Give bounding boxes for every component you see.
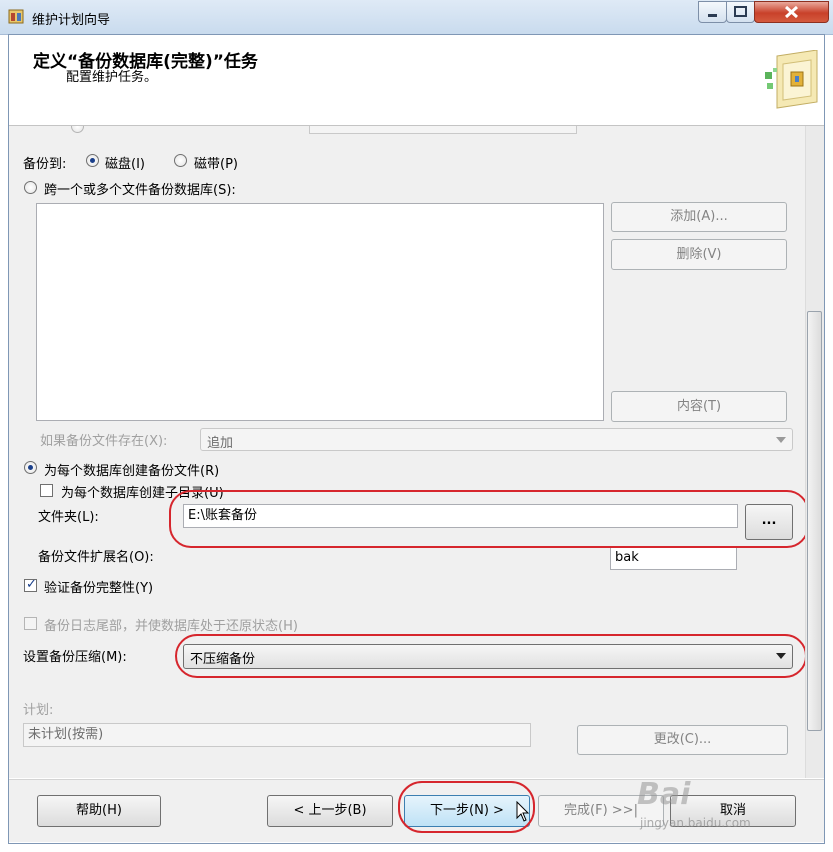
tail-log-label[interactable]: 备份日志尾部，并使数据库处于还原状态(H): [44, 615, 298, 634]
partial-radio[interactable]: [71, 126, 84, 133]
tape-radio[interactable]: [174, 154, 187, 167]
verify-label[interactable]: 验证备份完整性(Y): [44, 577, 153, 596]
compression-label: 设置备份压缩(M):: [23, 650, 127, 665]
folder-highlight-ring: [169, 490, 809, 548]
next-highlight-ring: [398, 781, 535, 833]
minimize-button[interactable]: [698, 1, 727, 23]
if-exists-value: 追加: [207, 436, 234, 451]
vertical-scrollbar[interactable]: [805, 126, 824, 778]
compression-highlight-ring: [175, 634, 807, 678]
schedule-label: 计划:: [23, 703, 54, 718]
if-exists-select[interactable]: 追加: [200, 428, 793, 451]
per-db-radio[interactable]: [24, 461, 37, 474]
minimize-icon: [708, 14, 717, 17]
back-button[interactable]: < 上一步(B): [267, 795, 393, 827]
task-options-panel: 备份到: 磁盘(I) 磁带(P) 跨一个或多个文件备份数据库(S): 添加(A)…: [9, 126, 824, 778]
wizard-graphic-icon: [763, 49, 821, 112]
schedule-field: 未计划(按需): [23, 723, 531, 747]
backup-to-label: 备份到:: [23, 157, 67, 172]
tape-radio-label[interactable]: 磁带(P): [194, 153, 238, 172]
partial-date-field[interactable]: [309, 126, 577, 134]
help-button[interactable]: 帮助(H): [37, 795, 161, 827]
page-subtitle: 配置维护任务。: [66, 70, 158, 85]
maximize-icon: [734, 6, 747, 17]
close-icon: [784, 5, 799, 19]
checkmark-icon: ✓: [26, 577, 37, 592]
per-db-label[interactable]: 为每个数据库创建备份文件(R): [44, 460, 219, 479]
add-file-button[interactable]: 添加(A)...: [611, 202, 787, 232]
span-files-radio[interactable]: [24, 181, 37, 194]
tail-log-checkbox[interactable]: [24, 617, 37, 630]
mouse-cursor-icon: [516, 800, 530, 827]
folder-label: 文件夹(L):: [38, 510, 99, 525]
disk-radio-label[interactable]: 磁盘(I): [105, 153, 145, 172]
change-schedule-button[interactable]: 更改(C)...: [577, 725, 788, 755]
subdir-checkbox[interactable]: [40, 484, 53, 497]
scrollbar-thumb[interactable]: [807, 311, 822, 731]
chevron-down-icon: [776, 437, 786, 443]
backup-files-list[interactable]: [36, 203, 604, 421]
verify-checkbox[interactable]: ✓: [24, 577, 37, 592]
baidu-watermark-url: jingyan.baidu.com: [640, 816, 751, 830]
extension-label: 备份文件扩展名(O):: [38, 550, 154, 565]
extension-input[interactable]: bak: [610, 546, 737, 570]
maximize-button[interactable]: [726, 1, 755, 23]
disk-radio[interactable]: [86, 154, 99, 167]
if-exists-label: 如果备份文件存在(X):: [40, 434, 168, 449]
baidu-watermark: Bai: [637, 777, 691, 812]
remove-file-button[interactable]: 删除(V): [611, 239, 787, 270]
window-title: 维护计划向导: [32, 13, 111, 28]
contents-button[interactable]: 内容(T): [611, 391, 787, 422]
close-button[interactable]: [754, 1, 829, 23]
app-icon: [8, 8, 24, 24]
span-files-label[interactable]: 跨一个或多个文件备份数据库(S):: [44, 179, 236, 198]
